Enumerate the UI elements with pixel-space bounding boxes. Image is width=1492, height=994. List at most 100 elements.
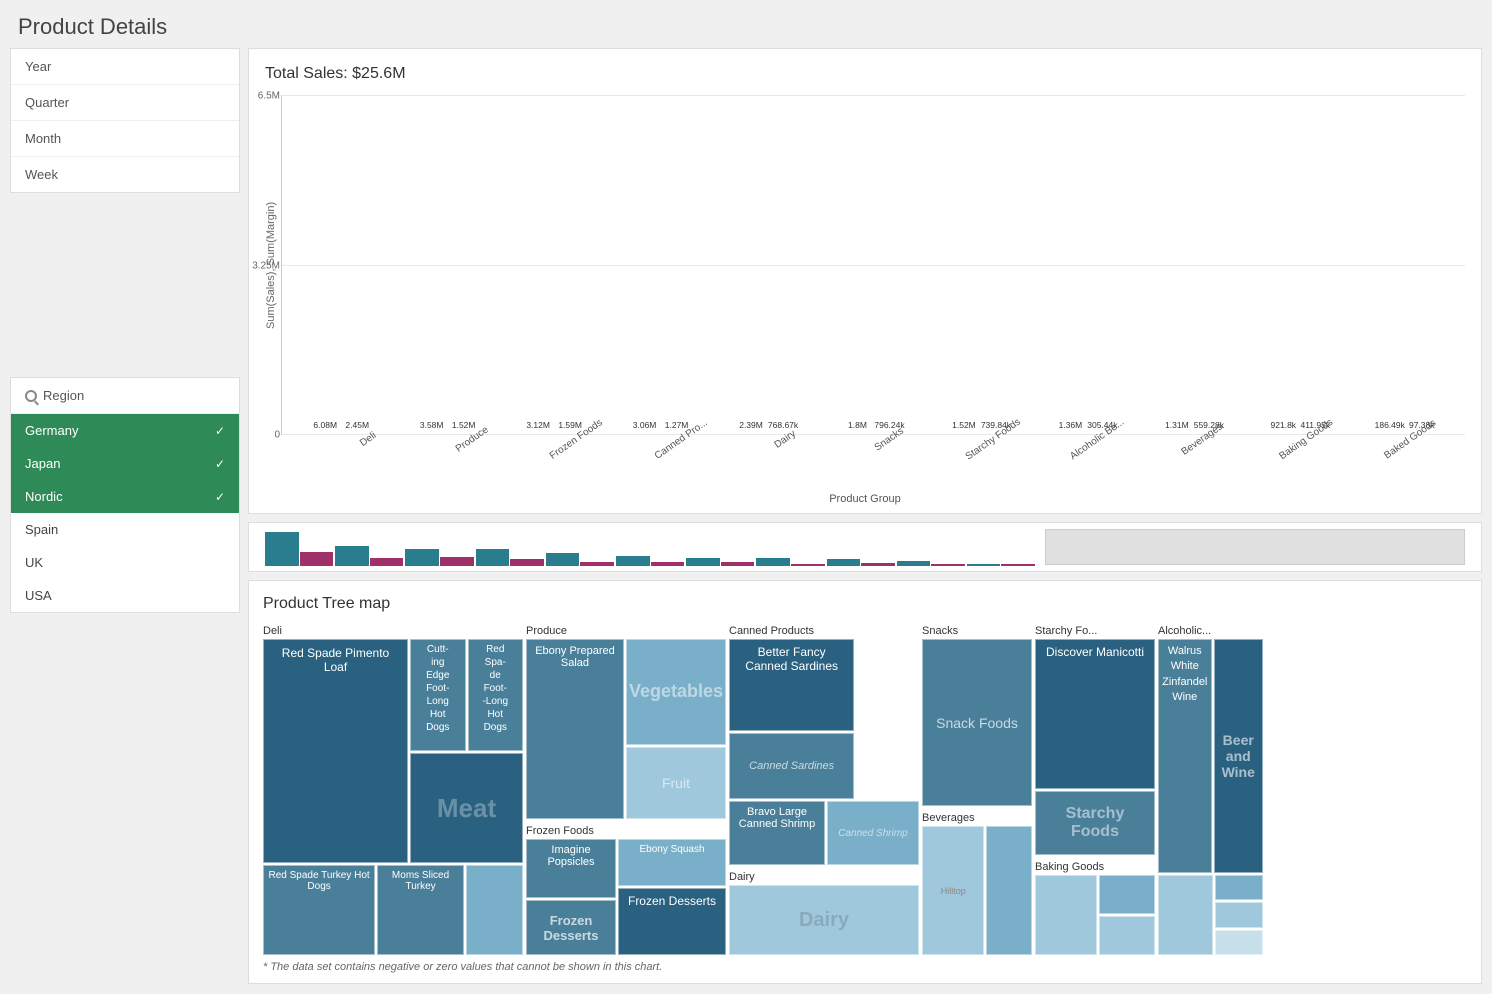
y-tick-bot: 0 — [246, 430, 280, 441]
treemap-block-beer-wine[interactable]: Beer and Wine — [1214, 639, 1264, 873]
mini-bar-group-6 — [686, 558, 754, 566]
margin-bar-label: 2.45M — [345, 420, 369, 430]
treemap-block-alc-1[interactable] — [1158, 875, 1213, 955]
bar-group-starchy-foods[interactable]: 1.52M739.84k — [929, 95, 1031, 434]
treemap-block-popsicles[interactable]: Imagine Popsicles — [526, 839, 616, 898]
produce-right: Vegetables Fruit — [626, 639, 726, 819]
sales-bar-label: 1.31M — [1165, 420, 1189, 430]
produce-section: Produce Ebony Prepared Salad Vegetables — [526, 625, 726, 955]
alcoholic-label: Alcoholic... — [1158, 625, 1263, 637]
treemap-block-bravo-shrimp[interactable]: Bravo Large Canned Shrimp — [729, 801, 825, 865]
bar-group-baked-goods[interactable]: 186.49k97.38k — [1355, 95, 1457, 434]
treemap-block-starchy-foods[interactable]: StarchyFoods — [1035, 791, 1155, 855]
mini-bar-group-2 — [405, 549, 473, 566]
mini-sales-bar — [616, 556, 650, 566]
grid-line-bot: 0 — [282, 434, 1465, 435]
sales-bar-label: 3.12M — [526, 420, 550, 430]
alcoholic-blocks: Walrus White Zinfandel Wine Beer and Win… — [1158, 639, 1263, 873]
filter-month[interactable]: Month — [11, 121, 239, 157]
filter-week[interactable]: Week — [11, 157, 239, 192]
treemap-title: Product Tree map — [263, 595, 1467, 613]
sidebar: Year Quarter Month Week Region Germany ✓… — [10, 48, 240, 984]
treemap-footnote: * The data set contains negative or zero… — [263, 961, 1467, 973]
mini-sales-bar — [265, 532, 299, 566]
x-axis-labels: DeliProduceFrozen FoodsCanned Pro...Dair… — [307, 435, 1465, 485]
treemap-block-bev-1[interactable]: Hilltop — [922, 826, 984, 955]
filter-quarter[interactable]: Quarter — [11, 85, 239, 121]
bar-group-beverages[interactable]: 1.31M559.28k — [1142, 95, 1244, 434]
treemap-block-vegetables[interactable]: Vegetables — [626, 639, 726, 745]
bar-group-dairy[interactable]: 2.39M768.67k — [716, 95, 818, 434]
treemap-block-salad[interactable]: Ebony Prepared Salad — [526, 639, 624, 819]
treemap-block-dairy[interactable]: Dairy — [729, 885, 919, 955]
treemap-block-canned-sardines[interactable]: Canned Sardines — [729, 733, 854, 799]
treemap-block-baking-1[interactable] — [1035, 875, 1097, 955]
treemap-container: Deli Red Spade Pimento Loaf Cutt-ingEdge… — [263, 625, 1467, 955]
mini-bar-group-3 — [476, 549, 544, 566]
treemap-block-fruit[interactable]: Fruit — [626, 747, 726, 819]
treemap-block-baking-2[interactable] — [1099, 875, 1155, 914]
treemap-block-red-spade-fl[interactable]: RedSpa-deFoot--LongHotDogs — [468, 639, 524, 751]
beverages-label: Beverages — [922, 812, 1032, 824]
region-item-japan[interactable]: Japan ✓ — [11, 447, 239, 480]
mini-bar-group-10 — [967, 564, 1035, 566]
y-tick-top: 6.5M — [246, 91, 280, 102]
margin-bar-label: 1.52M — [452, 420, 476, 430]
treemap-block-alc-3[interactable] — [1215, 902, 1264, 927]
canned-bottom: Bravo Large Canned Shrimp Canned Shrimp — [729, 801, 919, 865]
treemap-block-moms-turkey[interactable]: Moms Sliced Turkey — [377, 865, 464, 955]
mini-bar-group-4 — [546, 553, 614, 566]
snacks-section: Snacks Snack Foods Beverages Hilltop — [922, 625, 1032, 955]
treemap-panel: Product Tree map Deli Red Spade Pimento … — [248, 580, 1482, 984]
treemap-block-big-time-pizza[interactable]: Frozen Desserts — [618, 888, 726, 955]
mini-sales-bar — [335, 546, 369, 566]
bar-group-produce[interactable]: 3.58M1.52M — [396, 95, 498, 434]
mini-sales-bar — [686, 558, 720, 566]
mini-sales-bar — [756, 558, 790, 566]
bar-group-alcoholic-be...[interactable]: 1.36M305.44k — [1035, 95, 1137, 434]
treemap-block-canned-shrimp[interactable]: Canned Shrimp — [827, 801, 919, 865]
bar-group-frozen-foods[interactable]: 3.12M1.59M — [503, 95, 605, 434]
y-tick-mid: 3.25M — [246, 260, 280, 271]
region-item-germany[interactable]: Germany ✓ — [11, 414, 239, 447]
filter-year[interactable]: Year — [11, 49, 239, 85]
scroll-handle[interactable] — [1045, 529, 1465, 565]
sales-bar-label: 2.39M — [739, 420, 763, 430]
treemap-block-pimento[interactable]: Red Spade Pimento Loaf — [263, 639, 408, 863]
region-item-usa[interactable]: USA — [11, 579, 239, 612]
bars-row: 6.08M2.45M3.58M1.52M3.12M1.59M3.06M1.27M… — [282, 95, 1465, 434]
checkmark-nordic: ✓ — [215, 490, 225, 504]
treemap-block-walrus-wine[interactable]: Walrus White Zinfandel Wine — [1158, 639, 1212, 873]
treemap-block-cutting-edge[interactable]: Cutt-ingEdgeFoot-LongHotDogs — [410, 639, 466, 751]
mini-sales-bar — [897, 561, 931, 566]
treemap-block-alc-4[interactable] — [1215, 930, 1264, 955]
produce-label: Produce — [526, 625, 726, 637]
pimento-label: Red Spade Pimento Loaf — [270, 646, 401, 674]
treemap-block-squash[interactable]: Ebony Squash — [618, 839, 726, 886]
mini-margin-bar — [300, 552, 334, 566]
mini-margin-bar — [370, 558, 404, 566]
bar-group-baking-goods[interactable]: 921.8k411.95k — [1248, 95, 1350, 434]
checkmark-japan: ✓ — [215, 457, 225, 471]
treemap-block-frozen-desserts[interactable]: FrozenDesserts — [526, 900, 616, 955]
bar-group-canned-pro...[interactable]: 3.06M1.27M — [609, 95, 711, 434]
frozen-label: Frozen Foods — [526, 825, 726, 837]
region-item-spain[interactable]: Spain — [11, 513, 239, 546]
treemap-block-turkey-hotdogs[interactable]: Red Spade Turkey Hot Dogs — [263, 865, 375, 955]
mini-margin-bar — [510, 559, 544, 566]
treemap-block-alc-2[interactable] — [1215, 875, 1264, 900]
canned-top: Better Fancy Canned Sardines Canned Sard… — [729, 639, 919, 799]
alc-right-col — [1215, 875, 1264, 955]
treemap-block-meat[interactable]: Meat — [410, 753, 523, 863]
region-item-uk[interactable]: UK — [11, 546, 239, 579]
region-section: Region Germany ✓ Japan ✓ Nordic ✓ Spain … — [10, 377, 240, 613]
scrollbar-strip[interactable] — [248, 522, 1482, 572]
treemap-block-snack-foods[interactable]: Snack Foods — [922, 639, 1032, 806]
treemap-block-manicotti[interactable]: Discover Manicotti — [1035, 639, 1155, 789]
region-item-nordic[interactable]: Nordic ✓ — [11, 480, 239, 513]
bar-group-deli[interactable]: 6.08M2.45M — [290, 95, 392, 434]
treemap-block-baking-3[interactable] — [1099, 916, 1155, 955]
bar-group-snacks[interactable]: 1.8M796.24k — [822, 95, 924, 434]
treemap-block-bev-2[interactable] — [986, 826, 1032, 955]
treemap-block-sardines[interactable]: Better Fancy Canned Sardines — [729, 639, 854, 731]
